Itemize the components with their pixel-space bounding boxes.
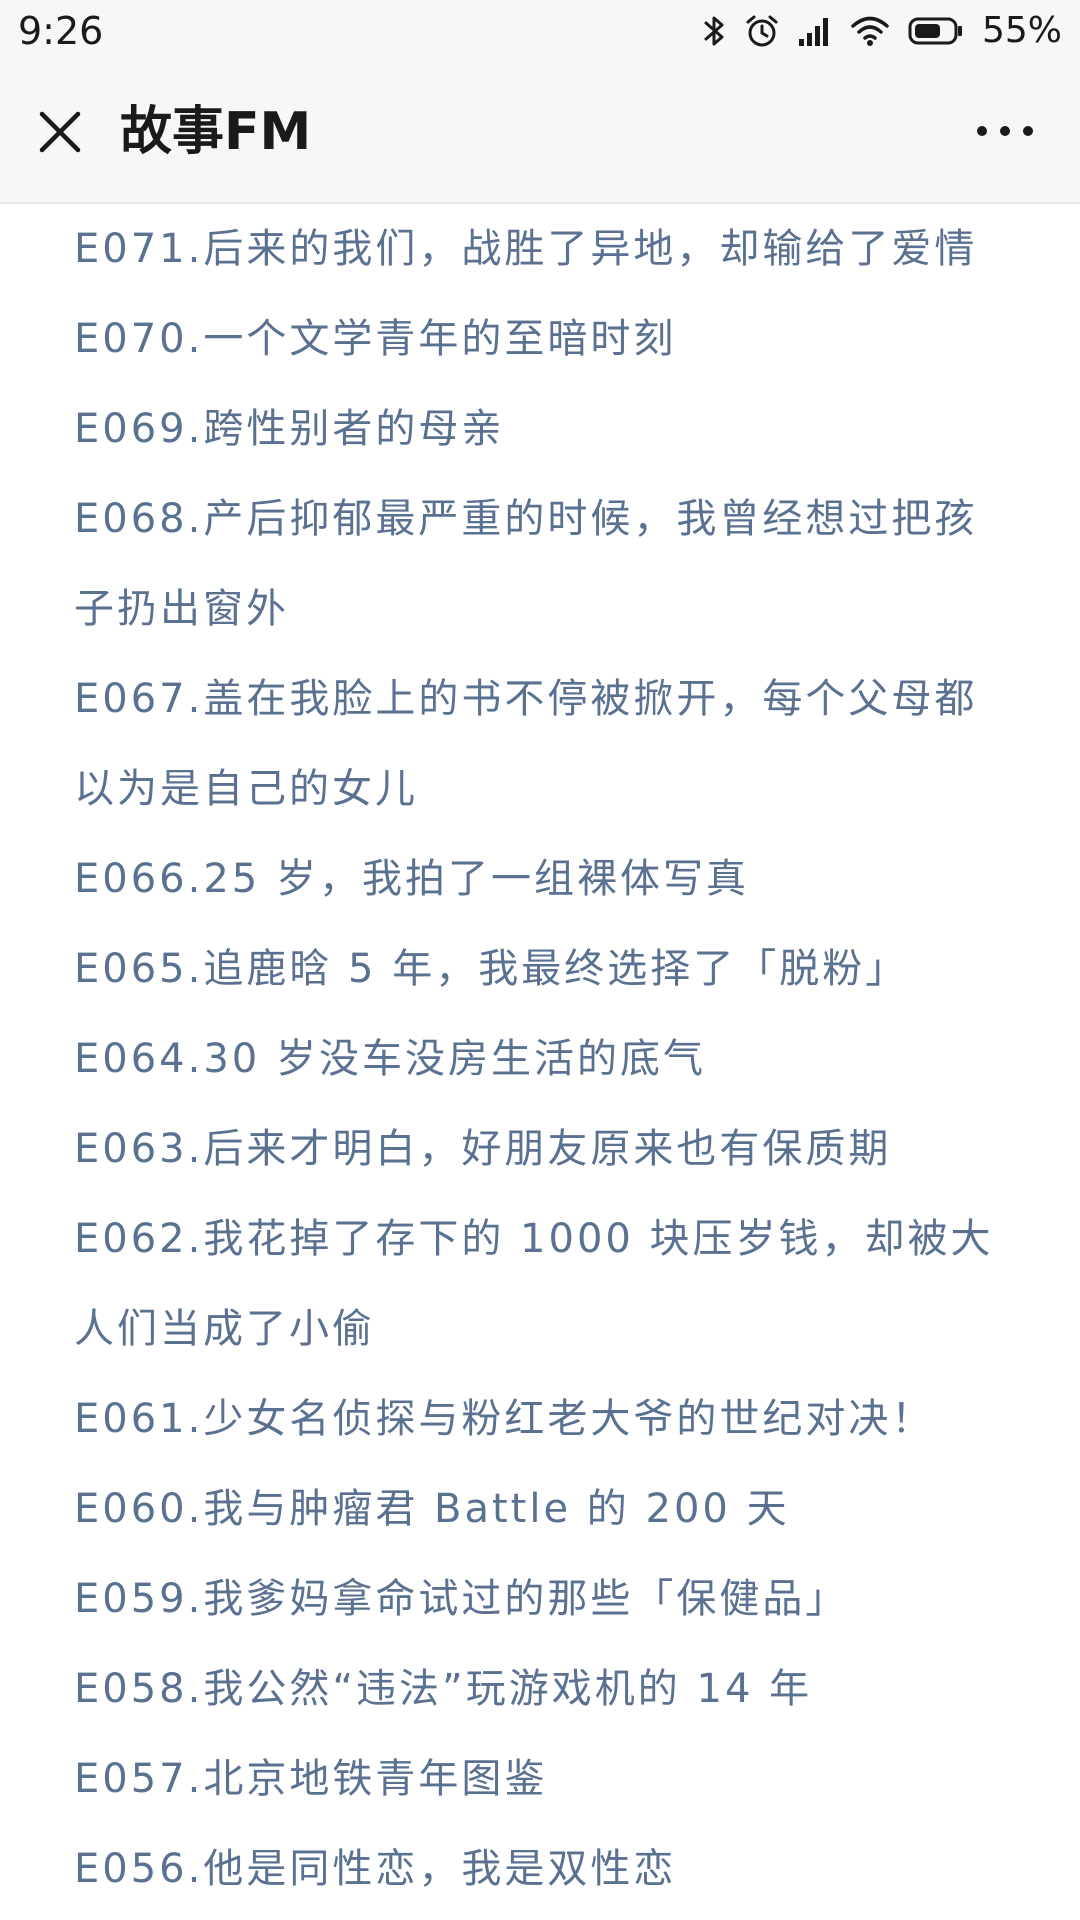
episode-link[interactable]: E060.我与肿瘤君 Battle 的 200 天 [74,1464,1020,1554]
episode-link[interactable]: E062.我花掉了存下的 1000 块压岁钱，却被大人们当成了小偷 [74,1194,1020,1374]
episode-link[interactable]: E066.25 岁，我拍了一组裸体写真 [74,834,1020,924]
signal-icon [798,15,832,47]
episode-list: E071.后来的我们，战胜了异地，却输给了爱情 E070.一个文学青年的至暗时刻… [0,204,1080,1914]
episode-link[interactable]: E061.少女名侦探与粉红老大爷的世纪对决！ [74,1374,1020,1464]
episode-link[interactable]: E064.30 岁没车没房生活的底气 [74,1014,1020,1104]
battery-icon [908,16,964,46]
status-icons: 55% [702,6,1062,56]
battery-percent: 55% [981,10,1062,51]
episode-link[interactable]: E065.追鹿晗 5 年，我最终选择了「脱粉」 [74,924,1020,1014]
episode-link[interactable]: E068.产后抑郁最严重的时候，我曾经想过把孩子扔出窗外 [74,474,1020,654]
nav-bar: 故事FM [0,62,1080,204]
episode-link[interactable]: E070.一个文学青年的至暗时刻 [74,294,1020,384]
episode-link[interactable]: E056.他是同性恋，我是双性恋 [74,1824,1020,1914]
episode-list-container[interactable]: E071.后来的我们，战胜了异地，却输给了爱情 E070.一个文学青年的至暗时刻… [0,204,1080,1920]
episode-link[interactable]: E059.我爹妈拿命试过的那些「保健品」 [74,1554,1020,1644]
episode-link[interactable]: E069.跨性别者的母亲 [74,384,1020,474]
episode-link[interactable]: E057.北京地铁青年图鉴 [74,1734,1020,1824]
episode-link[interactable]: E063.后来才明白，好朋友原来也有保质期 [74,1104,1020,1194]
more-icon[interactable] [970,106,1040,156]
status-bar: 9:26 55% [0,0,1080,62]
status-time: 9:26 [18,9,104,53]
alarm-icon [744,13,780,49]
episode-link[interactable]: E058.我公然“违法”玩游戏机的 14 年 [74,1644,1020,1734]
wifi-icon [850,15,890,47]
episode-link[interactable]: E067.盖在我脸上的书不停被掀开，每个父母都以为是自己的女儿 [74,654,1020,834]
page-title: 故事FM [120,102,312,162]
close-icon[interactable] [30,102,90,162]
bluetooth-icon [702,13,726,49]
episode-link[interactable]: E071.后来的我们，战胜了异地，却输给了爱情 [74,204,1020,294]
